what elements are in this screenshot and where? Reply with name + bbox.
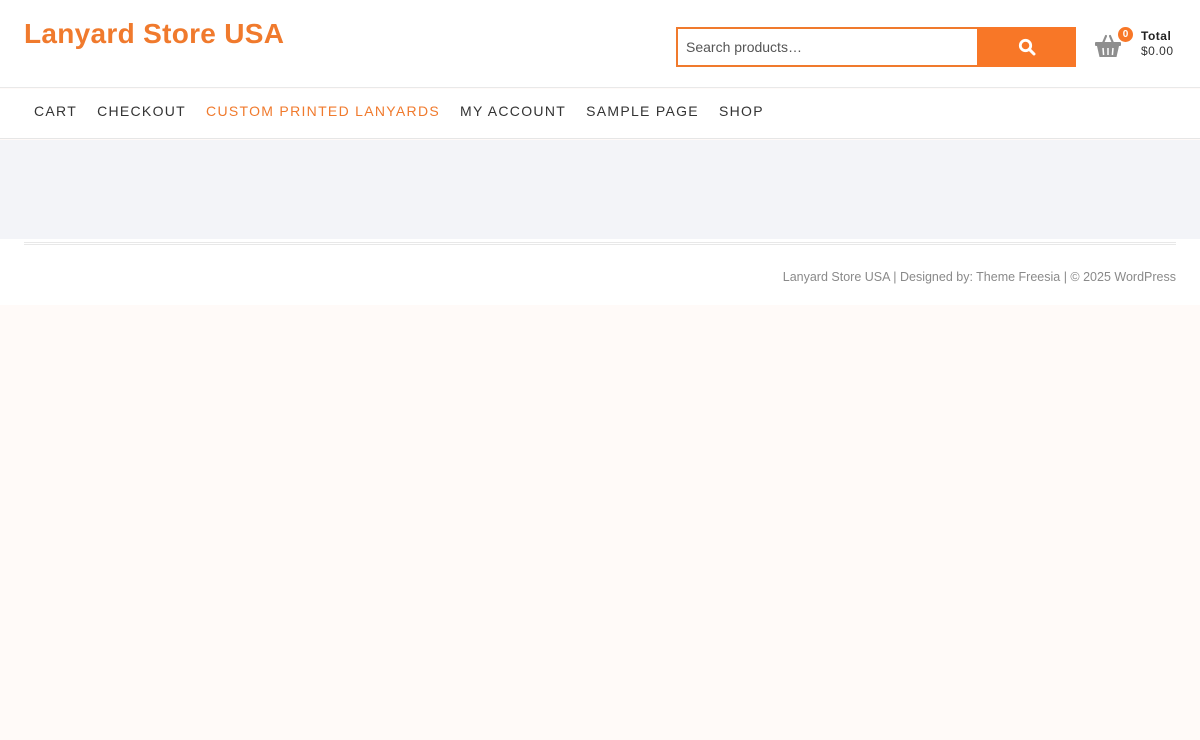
footer-credits: Lanyard Store USA | Designed by: Theme F… <box>783 270 1176 284</box>
footer-wordpress-link[interactable]: WordPress <box>1114 270 1176 284</box>
nav-item-sample-page[interactable]: SAMPLE PAGE <box>576 103 709 119</box>
site-title-link[interactable]: Lanyard Store USA <box>24 16 284 52</box>
cart-widget[interactable]: 0 Total $0.00 <box>1094 26 1184 66</box>
footer-theme-link[interactable]: Theme Freesia <box>976 270 1060 284</box>
footer-separator-copyright: | © 2025 <box>1060 270 1115 284</box>
product-search-form <box>676 27 1076 67</box>
site-footer: Lanyard Store USA | Designed by: Theme F… <box>0 239 1200 305</box>
main-navigation: CART CHECKOUT CUSTOM PRINTED LANYARDS MY… <box>0 89 1200 139</box>
nav-item-my-account[interactable]: MY ACCOUNT <box>450 103 576 119</box>
site-header: Lanyard Store USA 0 Total $0.00 <box>0 0 1200 88</box>
nav-item-custom-printed-lanyards[interactable]: CUSTOM PRINTED LANYARDS <box>196 103 450 119</box>
search-input[interactable] <box>676 27 977 67</box>
footer-site-link[interactable]: Lanyard Store USA <box>783 270 890 284</box>
nav-menu: CART CHECKOUT CUSTOM PRINTED LANYARDS MY… <box>0 89 1200 135</box>
cart-count-badge: 0 <box>1118 27 1133 42</box>
footer-divider <box>24 242 1176 245</box>
search-button[interactable] <box>977 27 1076 67</box>
page-content-area <box>0 140 1200 239</box>
nav-item-checkout[interactable]: CHECKOUT <box>87 103 196 119</box>
nav-item-cart[interactable]: CART <box>24 103 87 119</box>
cart-total-label: Total <box>1141 29 1172 43</box>
nav-item-shop[interactable]: SHOP <box>709 103 774 119</box>
cart-total-amount: $0.00 <box>1141 44 1174 58</box>
search-icon <box>1018 38 1035 56</box>
footer-separator-designed-by: | Designed by: <box>889 270 977 284</box>
